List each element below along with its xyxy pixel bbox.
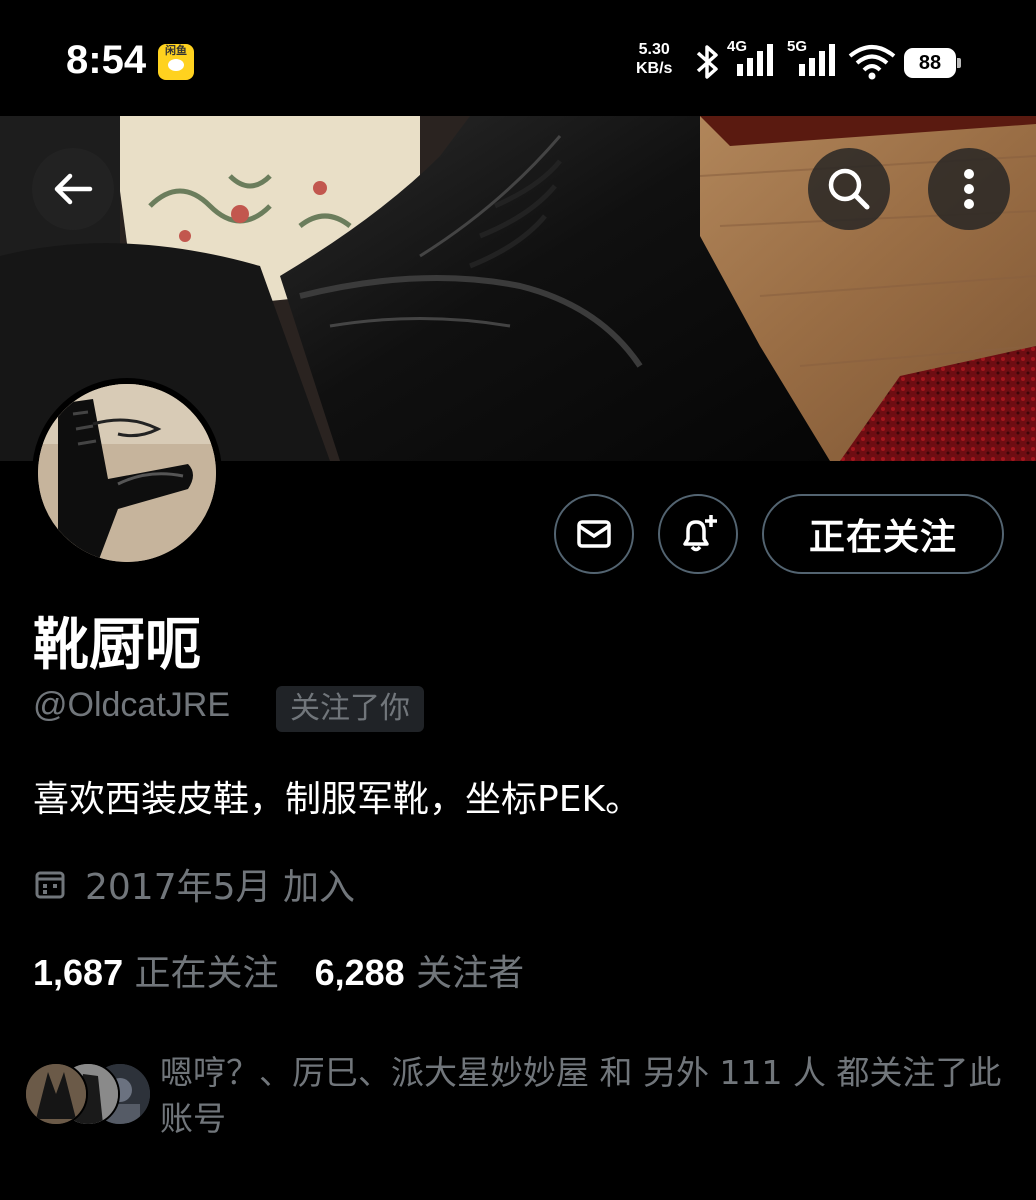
following-stat[interactable]: 1,687 正在关注 xyxy=(33,952,279,994)
more-options-button[interactable] xyxy=(928,148,1010,230)
mail-icon xyxy=(577,520,611,548)
app-badge-label: 闲鱼 xyxy=(165,44,187,57)
following-button[interactable]: 正在关注 xyxy=(762,494,1004,574)
user-handle: @OldcatJRE xyxy=(33,686,231,724)
battery-indicator: 88 xyxy=(904,48,961,78)
xianyu-app-icon: 闲鱼 xyxy=(158,44,194,80)
mutual-avatars xyxy=(24,1062,154,1128)
message-button[interactable] xyxy=(554,494,634,574)
follow-stats: 1,687 正在关注 6,288 关注者 xyxy=(33,944,524,996)
join-date-text: 2017年5月 加入 xyxy=(85,867,355,908)
more-vertical-icon xyxy=(964,169,974,209)
bluetooth-icon xyxy=(696,45,718,79)
notifications-button[interactable] xyxy=(658,494,738,574)
search-icon xyxy=(828,168,870,210)
bell-plus-icon xyxy=(683,515,717,552)
join-date: 2017年5月 加入 xyxy=(33,858,355,910)
wifi-icon xyxy=(848,45,896,80)
back-button[interactable] xyxy=(32,148,114,230)
profile-avatar[interactable] xyxy=(32,378,222,568)
calendar-icon xyxy=(35,871,65,899)
mutual-followers-text: 嗯哼？、厉巳、派大星妙妙屋 和 另外 111 人 都关注了此账号 xyxy=(160,1053,1002,1138)
status-bar: 8:54 闲鱼 5.30 KB/s 4G 5G 88 xyxy=(0,0,1036,116)
mutual-avatar xyxy=(24,1062,88,1126)
network-speed-unit: KB/s xyxy=(636,60,673,77)
network-speed-value: 5.30 xyxy=(638,41,670,58)
avatar-image xyxy=(38,384,216,562)
display-name: 靴厨呃 xyxy=(33,613,201,678)
following-count: 1,687 xyxy=(33,952,124,993)
arrow-left-icon xyxy=(54,173,93,205)
search-button[interactable] xyxy=(808,148,890,230)
network-speed: 5.30 KB/s xyxy=(636,40,672,78)
follows-you-badge: 关注了你 xyxy=(276,686,424,732)
cellular-signal-4g-icon: 4G xyxy=(727,38,783,80)
profile-bio: 喜欢西装皮鞋，制服军靴，坐标PEK。 xyxy=(33,779,642,820)
followers-label: 关注者 xyxy=(416,953,525,994)
followers-stat[interactable]: 6,288 关注者 xyxy=(314,952,525,994)
followers-count: 6,288 xyxy=(314,952,405,993)
clock: 8:54 xyxy=(66,38,147,82)
following-label: 正在关注 xyxy=(134,953,279,994)
cellular-signal-5g-icon: 5G xyxy=(787,38,843,80)
